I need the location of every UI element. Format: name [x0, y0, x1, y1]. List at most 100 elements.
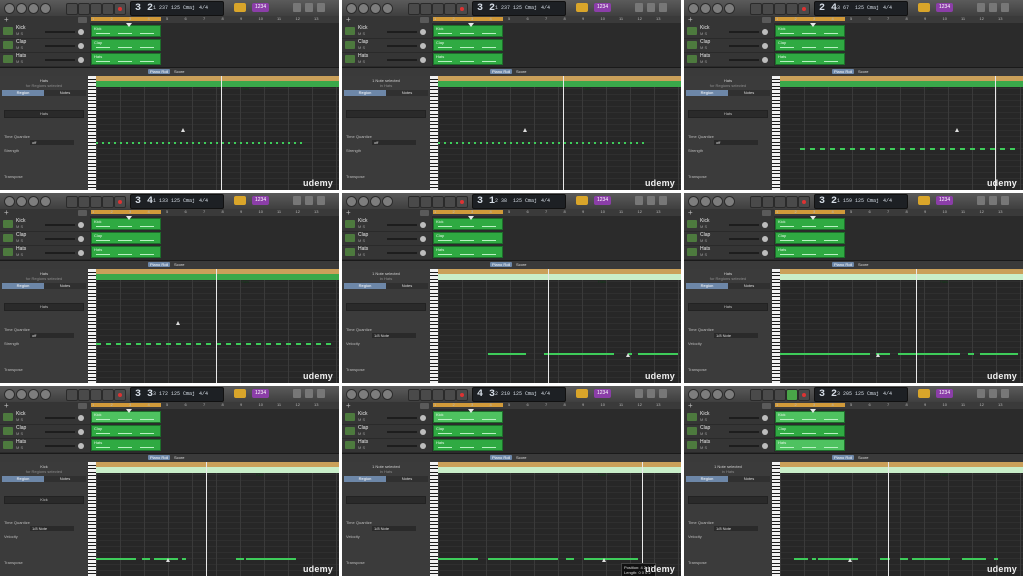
- arrange-ruler[interactable]: 1 2 3 4 5 6 7 8 9 10 11 12 13: [774, 402, 1023, 409]
- mute-solo-buttons[interactable]: M S: [358, 238, 365, 243]
- midi-note[interactable]: [584, 558, 638, 560]
- midi-note[interactable]: [236, 558, 244, 560]
- midi-note[interactable]: [870, 148, 875, 150]
- arrange-ruler[interactable]: 1 2 3 4 5 6 7 8 9 10 11 12 13: [432, 402, 681, 409]
- tab-notes[interactable]: Notes: [44, 476, 86, 482]
- region-name-field[interactable]: Hats: [688, 303, 768, 311]
- forward-button[interactable]: [420, 3, 432, 15]
- track-hats[interactable]: Hats M S: [342, 439, 432, 453]
- pan-knob[interactable]: [420, 250, 426, 256]
- midi-note[interactable]: [462, 142, 464, 144]
- stop-button[interactable]: [774, 3, 786, 15]
- count-in-badge[interactable]: 1234: [252, 3, 270, 12]
- settings-icon[interactable]: [712, 196, 723, 207]
- pan-knob[interactable]: [762, 429, 768, 435]
- lcd-display[interactable]: 2 4 3 67 125 Cmaj 4/4: [814, 1, 908, 16]
- library-icon[interactable]: [346, 3, 357, 14]
- mute-solo-buttons[interactable]: M S: [16, 45, 23, 50]
- midi-note[interactable]: [102, 142, 104, 144]
- mute-solo-buttons[interactable]: M S: [16, 445, 23, 450]
- midi-note[interactable]: [264, 142, 266, 144]
- midi-note[interactable]: [96, 142, 98, 144]
- midi-note[interactable]: [850, 148, 855, 150]
- arrange-area[interactable]: 1 2 3 4 5 6 7 8 9 10 11 12 13 Kick Clap Hats: [774, 16, 1023, 67]
- loops-icon[interactable]: [989, 196, 997, 205]
- midi-note[interactable]: [968, 353, 974, 355]
- midi-note[interactable]: [600, 142, 602, 144]
- loops-icon[interactable]: [305, 196, 313, 205]
- piano-roll-grid[interactable]: Hats: [780, 269, 1023, 383]
- midi-note[interactable]: [474, 142, 476, 144]
- midi-note[interactable]: [890, 148, 895, 150]
- browser-icon[interactable]: [317, 196, 325, 205]
- time-quantize-value[interactable]: 1/8 Note: [714, 526, 758, 531]
- track-options-button[interactable]: [78, 17, 87, 23]
- region-hats[interactable]: Hats: [433, 439, 503, 451]
- lcd-display[interactable]: 4 3 2 210 125 Cmaj 4/4: [472, 387, 566, 402]
- midi-note[interactable]: [582, 142, 584, 144]
- midi-note[interactable]: [812, 558, 816, 560]
- tab-score[interactable]: Score: [856, 455, 870, 460]
- midi-note[interactable]: [570, 142, 572, 144]
- mute-solo-buttons[interactable]: M S: [16, 224, 23, 229]
- midi-note[interactable]: [618, 142, 620, 144]
- pan-knob[interactable]: [762, 43, 768, 49]
- midi-note[interactable]: [276, 142, 278, 144]
- track-kick[interactable]: Kick M S: [0, 25, 90, 39]
- rewind-button[interactable]: [408, 196, 420, 208]
- midi-note[interactable]: [606, 142, 608, 144]
- help-icon[interactable]: [16, 196, 27, 207]
- record-button[interactable]: [114, 389, 126, 401]
- tab-region[interactable]: Region: [344, 476, 386, 482]
- notepad-icon[interactable]: [293, 389, 301, 398]
- editors-icon[interactable]: [40, 196, 51, 207]
- track-kick[interactable]: Kick M S: [342, 218, 432, 232]
- lcd-display[interactable]: 3 2 3 205 125 Cmaj 4/4: [814, 387, 908, 402]
- mute-solo-buttons[interactable]: M S: [358, 59, 365, 64]
- arrange-ruler[interactable]: 1 2 3 4 5 6 7 8 9 10 11 12 13: [774, 16, 1023, 23]
- midi-note[interactable]: [638, 353, 678, 355]
- midi-note[interactable]: [900, 558, 908, 560]
- settings-icon[interactable]: [28, 389, 39, 400]
- midi-note[interactable]: [156, 142, 158, 144]
- track-kick[interactable]: Kick M S: [684, 25, 774, 39]
- midi-note[interactable]: [920, 148, 925, 150]
- region-name-field[interactable]: Kick: [4, 496, 84, 504]
- midi-note[interactable]: [142, 558, 150, 560]
- time-quantize-value[interactable]: 1/8 Note: [714, 333, 758, 338]
- track-clap[interactable]: Clap M S: [684, 232, 774, 246]
- playhead-marker[interactable]: [810, 409, 816, 413]
- midi-note[interactable]: [994, 558, 998, 560]
- region-clap[interactable]: Clap: [433, 39, 503, 51]
- stop-button[interactable]: [432, 196, 444, 208]
- play-button[interactable]: [444, 196, 456, 208]
- rewind-button[interactable]: [750, 389, 762, 401]
- midi-note[interactable]: [980, 148, 985, 150]
- cycle-region[interactable]: [433, 17, 503, 21]
- midi-note[interactable]: [624, 142, 626, 144]
- tab-notes[interactable]: Notes: [386, 90, 428, 96]
- mute-solo-buttons[interactable]: M S: [358, 45, 365, 50]
- pan-knob[interactable]: [78, 43, 84, 49]
- midi-note[interactable]: [780, 353, 870, 355]
- region-bar[interactable]: Hats: [438, 274, 681, 284]
- arrange-ruler[interactable]: 1 2 3 4 5 6 7 8 9 10 11 12 13: [90, 209, 339, 216]
- midi-note[interactable]: [228, 142, 230, 144]
- stop-button[interactable]: [774, 196, 786, 208]
- volume-slider[interactable]: [387, 431, 417, 433]
- midi-note[interactable]: [636, 142, 638, 144]
- arrange-ruler[interactable]: 1 2 3 4 5 6 7 8 9 10 11 12 13: [90, 16, 339, 23]
- playhead-marker[interactable]: [810, 23, 816, 27]
- track-clap[interactable]: Clap M S: [0, 425, 90, 439]
- arrange-ruler[interactable]: 1 2 3 4 5 6 7 8 9 10 11 12 13: [432, 209, 681, 216]
- region-name-field[interactable]: [346, 110, 426, 118]
- piano-keyboard[interactable]: [430, 462, 438, 576]
- midi-note[interactable]: [900, 148, 905, 150]
- pan-knob[interactable]: [78, 29, 84, 35]
- mute-solo-buttons[interactable]: M S: [700, 31, 707, 36]
- play-button[interactable]: [102, 3, 114, 15]
- mute-solo-buttons[interactable]: M S: [16, 31, 23, 36]
- midi-note[interactable]: [282, 142, 284, 144]
- volume-slider[interactable]: [45, 417, 75, 419]
- pan-knob[interactable]: [762, 443, 768, 449]
